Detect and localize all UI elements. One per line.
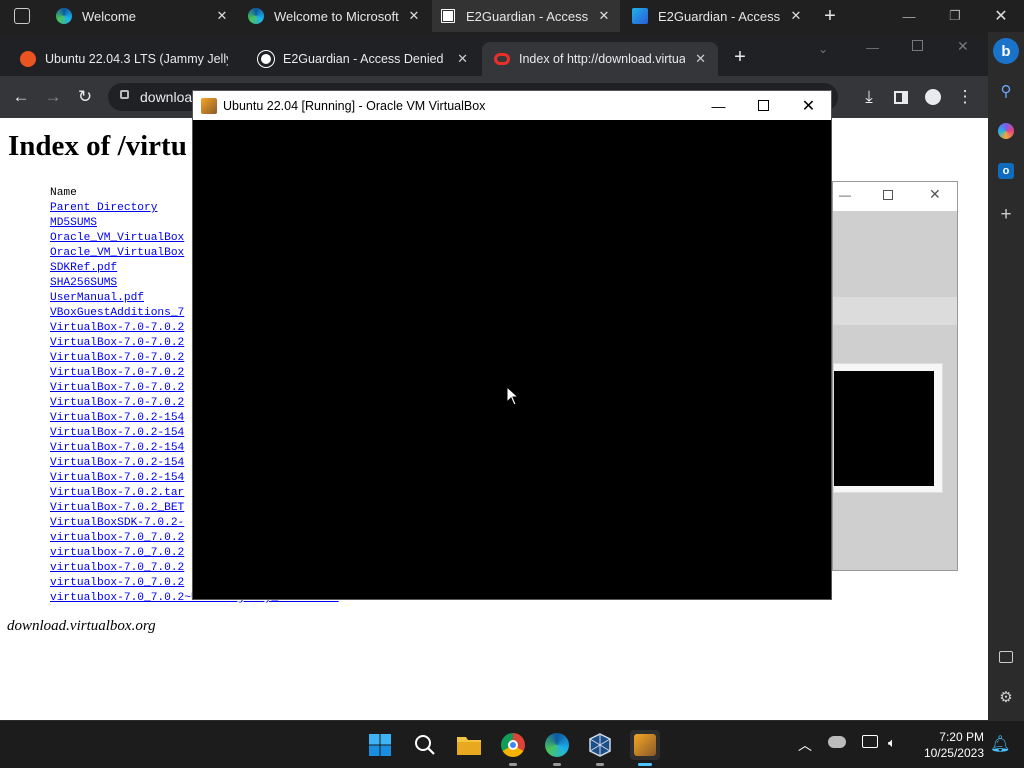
edge-sidebar: b ⚲ o + ⚙	[988, 32, 1024, 720]
close-icon[interactable]: ✕	[957, 38, 969, 55]
github-icon	[258, 51, 274, 67]
close-icon[interactable]: ✕	[929, 186, 941, 203]
page-footer: download.virtualbox.org	[7, 618, 156, 634]
back-icon[interactable]: ←	[8, 84, 34, 110]
close-icon[interactable]: ✕	[786, 91, 831, 120]
vm-details-panel	[833, 211, 957, 570]
chevron-up-icon[interactable]: ︿	[798, 735, 812, 755]
search-icon[interactable]: ⚲	[988, 76, 1024, 106]
close-icon[interactable]: ✕	[406, 8, 422, 24]
side-panel-icon[interactable]	[888, 84, 914, 110]
chrome-tab-index-active[interactable]: Index of http://download.virtuall ✕	[482, 42, 718, 76]
forward-icon[interactable]: →	[40, 84, 66, 110]
copilot-icon[interactable]	[988, 116, 1024, 146]
tab-label: Ubuntu 22.04.3 LTS (Jammy Jelly	[45, 52, 228, 66]
volume-muted-icon[interactable]: 🔈︎	[888, 735, 896, 751]
virtualbox-icon[interactable]	[585, 730, 615, 766]
menu-icon[interactable]: ⋮	[952, 84, 978, 110]
settings-icon[interactable]: ⚙	[988, 682, 1024, 712]
virtualbox-vm-icon	[201, 97, 217, 114]
clock-date: 10/25/2023	[923, 746, 984, 760]
close-icon[interactable]: ✕	[978, 0, 1024, 32]
outlook-icon[interactable]: o	[988, 156, 1024, 186]
edge-tab-strip: Welcome ✕ Welcome to Microsoft E ✕ E2Gua…	[0, 0, 1024, 32]
notification-bell-icon[interactable]: 🔔︎	[990, 734, 1010, 754]
close-icon[interactable]: ✕	[457, 51, 468, 67]
maximize-icon[interactable]	[912, 40, 923, 51]
vm-screen[interactable]	[193, 120, 831, 599]
edge-icon	[56, 8, 72, 24]
add-icon[interactable]: +	[988, 200, 1024, 230]
tab-actions-icon[interactable]	[14, 8, 30, 24]
bing-icon	[632, 8, 648, 24]
bing-icon[interactable]: b	[988, 32, 1024, 70]
close-icon[interactable]: ✕	[596, 8, 612, 24]
close-icon[interactable]: ✕	[788, 8, 804, 24]
new-tab-button[interactable]: +	[730, 46, 750, 72]
chevron-down-icon[interactable]: ⌄	[818, 42, 828, 56]
edge-tab-e2guardian-active[interactable]: E2Guardian - Access De ✕	[432, 0, 620, 32]
edge-tab-microsoft[interactable]: Welcome to Microsoft E ✕	[240, 0, 430, 32]
minimize-icon[interactable]: —	[866, 40, 879, 55]
edge-icon[interactable]	[542, 730, 572, 766]
tab-label: Index of http://download.virtuall	[519, 52, 686, 66]
virtualbox-manager-window[interactable]: — ✕	[832, 181, 958, 571]
windows-start-icon[interactable]	[365, 730, 395, 760]
page-icon	[440, 8, 456, 24]
network-icon[interactable]	[862, 735, 878, 748]
chrome-tab-e2guardian[interactable]: E2Guardian - Access Denied ✕	[246, 42, 480, 76]
details-section	[833, 297, 957, 325]
page-title: Index of /virtu	[8, 130, 187, 162]
ubuntu-icon	[20, 51, 36, 67]
tab-label: Welcome to Microsoft E	[274, 8, 400, 24]
vm-titlebar[interactable]: Ubuntu 22.04 [Running] - Oracle VM Virtu…	[193, 91, 831, 120]
tab-label: E2Guardian - Access Denied	[283, 52, 444, 66]
file-explorer-icon[interactable]	[454, 730, 484, 760]
chrome-tab-ubuntu[interactable]: Ubuntu 22.04.3 LTS (Jammy Jelly	[8, 42, 240, 76]
edge-tab-welcome[interactable]: Welcome ✕	[48, 0, 238, 32]
mouse-cursor-icon	[506, 385, 520, 411]
virtualbox-vm-icon[interactable]	[630, 730, 660, 766]
minimize-icon[interactable]: —	[886, 0, 932, 32]
minimize-icon[interactable]: —	[696, 91, 741, 120]
close-icon[interactable]: ✕	[695, 51, 706, 67]
onedrive-icon[interactable]	[828, 736, 846, 748]
oracle-icon	[494, 53, 510, 65]
tab-label: E2Guardian - Access De	[658, 8, 782, 24]
vm-window-title: Ubuntu 22.04 [Running] - Oracle VM Virtu…	[223, 98, 486, 113]
restore-icon[interactable]: ❐	[932, 0, 978, 32]
tab-label: Welcome	[82, 8, 136, 24]
reload-icon[interactable]: ↻	[72, 84, 98, 110]
lock-icon	[120, 90, 129, 99]
profile-icon[interactable]	[920, 84, 946, 110]
maximize-icon[interactable]	[883, 190, 893, 200]
vm-preview-screen	[834, 371, 934, 486]
close-icon[interactable]: ✕	[214, 8, 230, 24]
download-icon[interactable]: ⤓	[856, 84, 882, 110]
clock-time: 7:20 PM	[939, 730, 984, 744]
maximize-icon[interactable]	[741, 91, 786, 120]
search-icon[interactable]	[410, 730, 440, 760]
taskbar: ︿ 🔈︎ 7:20 PM 10/25/2023 🔔︎	[0, 720, 1024, 768]
minimize-icon[interactable]: —	[839, 188, 851, 202]
chrome-icon[interactable]	[498, 730, 528, 766]
edge-icon	[248, 8, 264, 24]
address-text: downloa	[140, 89, 193, 105]
vm-window[interactable]: Ubuntu 22.04 [Running] - Oracle VM Virtu…	[192, 90, 832, 600]
window-titlebar[interactable]: — ✕	[833, 182, 957, 211]
tab-label: E2Guardian - Access De	[466, 8, 590, 24]
vm-preview	[833, 363, 943, 493]
new-tab-button[interactable]: +	[816, 0, 844, 32]
system-clock[interactable]: 7:20 PM 10/25/2023	[908, 729, 984, 761]
sidebar-toggle-icon[interactable]	[988, 642, 1024, 672]
edge-tab-e2guardian[interactable]: E2Guardian - Access De ✕	[624, 0, 812, 32]
